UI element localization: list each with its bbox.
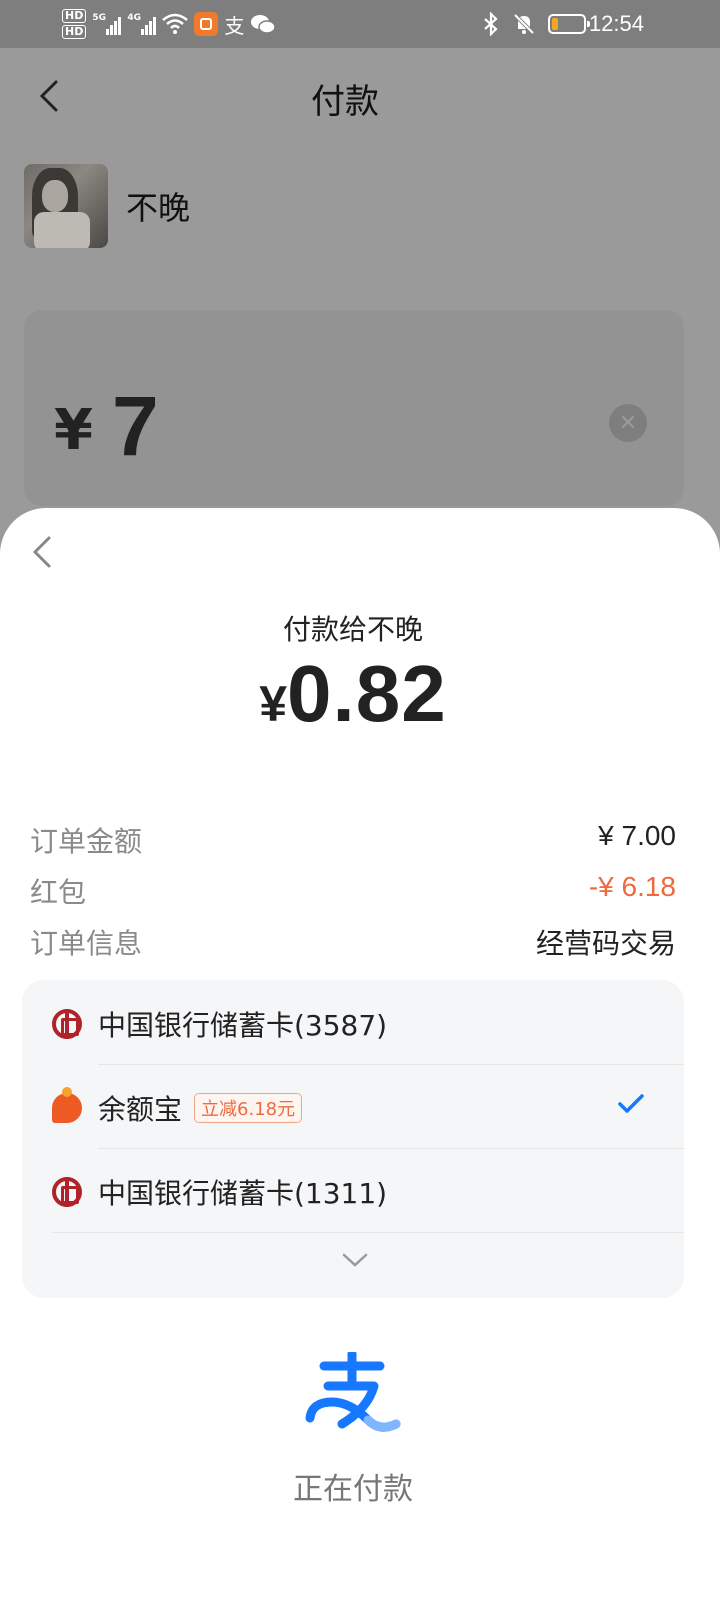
nav-bar: 付款 <box>0 48 720 144</box>
amount-currency: ¥ <box>54 398 93 463</box>
hd-voice-badge: HD <box>62 9 87 23</box>
alipay-notification-icon: 支 <box>224 13 245 38</box>
pay-amount-value: 0.82 <box>287 649 447 738</box>
detail-label: 红包 <box>30 876 87 909</box>
method-yuebao[interactable]: 余额宝 立减6.18元 <box>52 1066 684 1150</box>
payee-name: 不晚 <box>126 189 191 227</box>
sheet-back-icon[interactable] <box>30 534 56 570</box>
network-type-4g: 4G <box>127 13 141 23</box>
detail-label: 订单金额 <box>30 825 143 858</box>
alipay-logo-icon <box>305 1352 401 1432</box>
hd-voice-badge-2: HD <box>62 25 87 39</box>
avatar <box>24 164 108 248</box>
detail-value: -¥ 6.18 <box>588 871 676 902</box>
divider <box>98 1064 684 1065</box>
battery-level <box>552 18 558 30</box>
payee-info: 不晚 <box>24 164 190 248</box>
wechat-icon <box>251 15 277 34</box>
bluetooth-icon <box>484 12 498 36</box>
battery-icon <box>548 14 590 34</box>
pay-to-label: 付款给不晚 <box>282 613 423 646</box>
clock: 12:54 <box>588 11 644 36</box>
method-boc-1311[interactable]: 中国银行储蓄卡(1311) <box>52 1150 684 1234</box>
amount-input-card[interactable]: ¥ 7 ✕ <box>24 310 684 506</box>
method-boc-3587[interactable]: 中国银行储蓄卡(3587) <box>52 982 684 1066</box>
detail-label: 订单信息 <box>30 927 143 960</box>
method-name: 中国银行储蓄卡(1311) <box>98 1177 388 1210</box>
mute-bell-icon <box>513 13 535 35</box>
status-bar: HD HD 5G 4G 支 12:54 <box>0 0 720 48</box>
pay-amount-currency: ¥ <box>259 676 288 732</box>
method-name: 余额宝 <box>98 1093 183 1126</box>
app-notification-icon <box>194 12 219 36</box>
detail-value: 经营码交易 <box>535 928 676 959</box>
bank-of-china-icon <box>52 1177 82 1207</box>
detail-row-order-amount: 订单金额 ¥ 7.00 <box>30 820 676 860</box>
selected-check-icon <box>618 1094 644 1113</box>
network-type-5g: 5G <box>92 13 106 23</box>
signal-4g-icon: 4G <box>127 13 157 35</box>
detail-row-red-packet: 红包 -¥ 6.18 <box>30 871 676 911</box>
discount-badge: 立减6.18元 <box>194 1093 303 1123</box>
payment-methods: 中国银行储蓄卡(3587) 余额宝 立减6.18元 中国银行储蓄卡(1311) <box>22 980 684 1298</box>
signal-5g-icon: 5G <box>92 13 122 35</box>
divider <box>52 1232 684 1233</box>
pay-amount: ¥0.82 <box>0 648 706 740</box>
amount-input[interactable]: 7 <box>112 378 159 475</box>
yuebao-icon <box>52 1087 82 1123</box>
wifi-icon <box>162 13 189 34</box>
page-title: 付款 <box>311 82 379 122</box>
method-name: 中国银行储蓄卡(3587) <box>98 1009 388 1042</box>
detail-row-order-info: 订单信息 经营码交易 <box>30 922 676 962</box>
payment-sheet: 付款给不晚 ¥0.82 订单金额 ¥ 7.00 红包 -¥ 6.18 订单信息 … <box>0 508 720 1600</box>
chevron-down-icon[interactable] <box>342 1252 368 1268</box>
paying-status: 正在付款 <box>293 1472 413 1507</box>
clear-icon[interactable]: ✕ <box>609 404 647 442</box>
detail-value: ¥ 7.00 <box>598 820 676 851</box>
bank-of-china-icon <box>52 1009 82 1039</box>
divider <box>98 1148 684 1149</box>
